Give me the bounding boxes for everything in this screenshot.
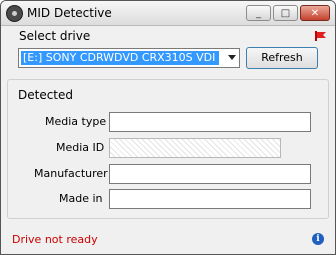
window-title: MID Detective — [27, 6, 112, 20]
media-id-field[interactable] — [109, 138, 281, 158]
refresh-button[interactable]: Refresh — [246, 47, 318, 69]
media-id-label: Media ID — [56, 141, 105, 154]
chevron-down-icon[interactable] — [228, 55, 236, 60]
info-icon[interactable]: i — [312, 233, 324, 245]
app-icon — [6, 5, 23, 22]
detected-label: Detected — [18, 88, 74, 102]
made-in-field[interactable] — [109, 189, 311, 209]
title-bar[interactable]: MID Detective _ □ ✕ — [1, 1, 335, 26]
close-button[interactable]: ✕ — [300, 5, 330, 21]
flag-icon — [315, 31, 326, 41]
media-type-label: Media type — [45, 115, 107, 128]
status-text: Drive not ready — [12, 233, 98, 246]
manufacturer-field[interactable] — [109, 164, 311, 184]
selected-drive-text: [E:] SONY CDRWDVD CRX310S VDI — [21, 51, 219, 65]
select-drive-label: Select drive — [19, 29, 91, 43]
drive-select[interactable]: [E:] SONY CDRWDVD CRX310S VDI — [18, 48, 240, 68]
manufacturer-label: Manufacturer — [34, 167, 108, 180]
minimize-button[interactable]: _ — [246, 5, 271, 21]
media-type-field[interactable] — [109, 112, 311, 132]
made-in-label: Made in — [59, 192, 103, 205]
main-window: MID Detective _ □ ✕ Select drive [E:] SO… — [0, 0, 336, 255]
maximize-button[interactable]: □ — [273, 5, 298, 21]
